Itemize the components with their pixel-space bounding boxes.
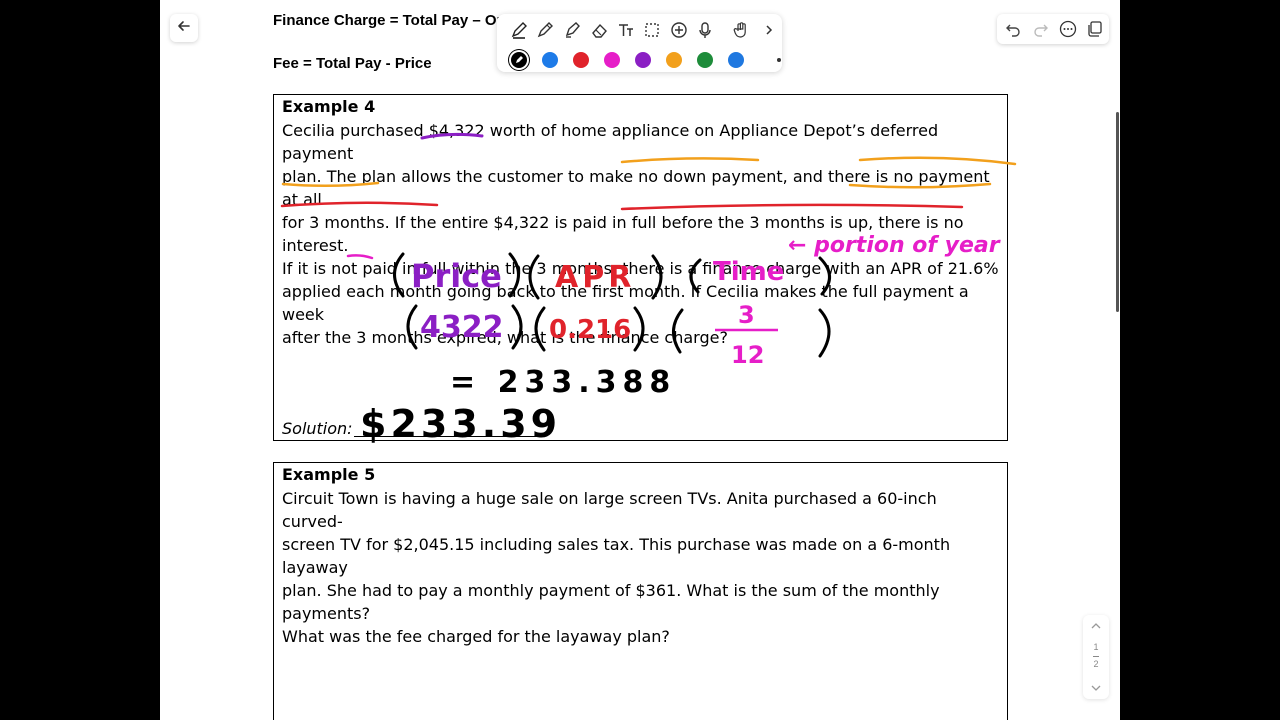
page-navigator: 1 2	[1083, 615, 1109, 699]
underline-finance-charge	[620, 203, 964, 211]
hw-numerator: 3	[738, 301, 755, 329]
total-pages: 2	[1093, 659, 1099, 669]
page-divider	[1093, 656, 1099, 657]
underline-no-interest	[848, 182, 992, 189]
hw-result: = 233.388	[450, 365, 676, 400]
ink-annotations: Price APR Time ← portion of year 4322 0.…	[280, 132, 1017, 446]
hw-apr-value: 0.216	[549, 315, 631, 345]
underline-no-down-payment	[620, 157, 760, 164]
hw-solution: $233.39	[360, 402, 561, 446]
chevron-up-icon[interactable]	[1090, 619, 1102, 637]
underline-price	[420, 132, 484, 140]
hw-time: Time	[713, 257, 784, 287]
current-page: 1	[1093, 642, 1099, 652]
underline-not-paid	[280, 201, 439, 208]
document-page: Finance Charge = Total Pay – Or Fee = To…	[160, 0, 1120, 720]
underline-no-payment	[858, 156, 1017, 166]
hw-denominator: 12	[731, 341, 764, 369]
scrollbar[interactable]	[1116, 112, 1119, 312]
hw-note: ← portion of year	[788, 233, 1001, 258]
hw-price-value: 4322	[420, 310, 504, 345]
hw-price: Price	[411, 257, 502, 295]
hw-apr: APR	[555, 260, 635, 295]
underline-3	[346, 254, 374, 260]
chevron-down-icon[interactable]	[1090, 681, 1102, 699]
underline-3-months	[281, 181, 380, 188]
